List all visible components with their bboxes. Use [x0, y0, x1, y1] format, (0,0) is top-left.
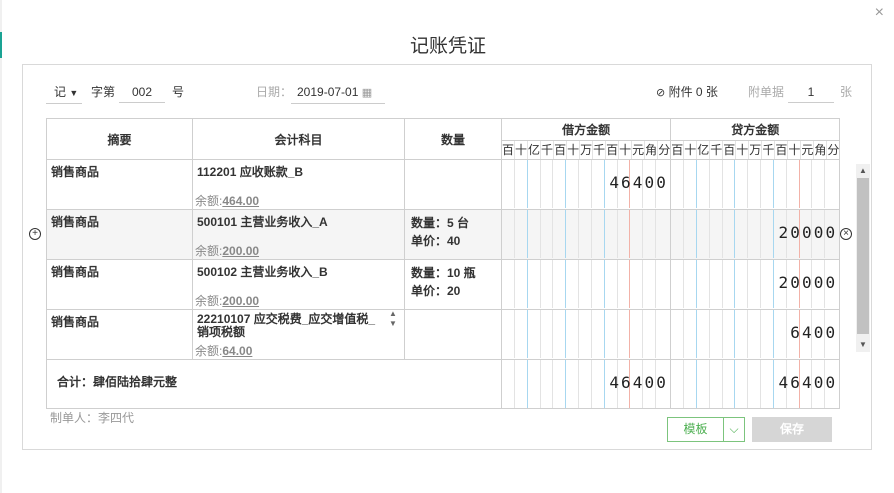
quantity-cell[interactable]: 数量：10 瓶单价：20: [405, 260, 501, 304]
paperclip-icon: ⊘: [656, 87, 666, 99]
balance-text: 余额:64.00: [195, 344, 253, 358]
total-row: 合计：肆佰陆拾肆元整 46400 46400: [46, 359, 841, 409]
number-suffix: 号: [172, 85, 185, 99]
quantity-cell[interactable]: [404, 309, 502, 360]
credit-digit-header: 百十亿千百十万千百十元角分: [671, 141, 840, 159]
balance-text: 余额:464.00: [195, 194, 260, 208]
chevron-down-icon[interactable]: ⌵: [724, 418, 744, 441]
balance-text: 余额:200.00: [195, 294, 260, 308]
credit-cell[interactable]: [671, 160, 837, 208]
total-credit-amount: 46400: [778, 373, 838, 392]
attached-docs-unit: 张: [840, 85, 853, 99]
credit-cell[interactable]: 20000: [671, 260, 837, 308]
account-cell[interactable]: 22210107 应交税费_应交增值税_销项税额: [193, 310, 404, 342]
add-row-icon[interactable]: +: [29, 228, 41, 240]
debit-digit-header: 百十亿千百十万千百十元角分: [502, 141, 671, 159]
save-button[interactable]: 保存: [752, 417, 832, 442]
credit-cell[interactable]: 20000: [671, 210, 837, 258]
total-debit-amount: 46400: [609, 373, 668, 392]
scroll-thumb[interactable]: [857, 178, 869, 334]
credit-amount: 20000: [778, 273, 838, 292]
table-row[interactable]: 销售商品 22210107 应交税费_应交增值税_销项税额 余额:64.00 6…: [46, 309, 841, 360]
date-label: 日期：: [256, 85, 293, 99]
col-debit: 借方金额: [500, 118, 672, 141]
date-value: 2019-07-01: [297, 85, 359, 99]
attachment-link[interactable]: ⊘ 附件 0 张: [656, 82, 718, 106]
chevron-down-icon: ▼: [69, 88, 79, 98]
spin-down-icon[interactable]: ▼: [389, 319, 401, 329]
account-spin-control[interactable]: ▲ ▼: [389, 309, 401, 329]
dialog-title: 记账凭证: [409, 36, 486, 57]
template-button[interactable]: 模板 ⌵: [667, 417, 745, 442]
account-cell[interactable]: 500101 主营业务收入_A: [193, 210, 404, 233]
debit-cell[interactable]: [502, 310, 668, 358]
credit-cell[interactable]: 6400: [671, 310, 837, 358]
credit-amount: 20000: [778, 223, 838, 242]
table-scrollbar[interactable]: ▲ ▼: [856, 164, 870, 352]
close-icon[interactable]: ×: [875, 4, 884, 22]
calendar-icon: ▦: [361, 87, 373, 99]
debit-cell[interactable]: 46400: [502, 160, 668, 208]
delete-row-icon[interactable]: ×: [840, 228, 852, 240]
col-account: 会计科目: [192, 118, 405, 160]
attached-docs-input[interactable]: 1: [788, 82, 834, 103]
voucher-table: 摘要 会计科目 数量 借方金额 贷方金额 百十亿千百十万千百十元角分 百十亿千百…: [46, 118, 841, 409]
scroll-up-icon[interactable]: ▲: [856, 165, 870, 177]
summary-cell[interactable]: 销售商品: [47, 310, 192, 333]
voucher-type-value: 记: [54, 85, 67, 99]
summary-cell[interactable]: 销售商品: [47, 210, 192, 233]
maker-label: 制单人：李四代: [50, 411, 135, 425]
credit-amount: 6400: [790, 323, 838, 342]
date-field[interactable]: 2019-07-01 ▦: [291, 82, 385, 106]
attached-docs-label: 附单据: [748, 85, 785, 99]
template-button-label[interactable]: 模板: [668, 418, 724, 441]
debit-cell[interactable]: [502, 210, 668, 258]
account-cell[interactable]: 112201 应收账款_B: [193, 160, 404, 183]
attachment-label: 附件 0 张: [668, 85, 718, 99]
total-debit-cell: 46400: [502, 360, 668, 408]
table-row[interactable]: 销售商品 500101 主营业务收入_A 余额:200.00 数量：5 台单价：…: [46, 209, 841, 260]
total-credit-cell: 46400: [671, 360, 837, 408]
col-summary: 摘要: [46, 118, 193, 160]
summary-cell[interactable]: 销售商品: [47, 160, 192, 183]
word-label: 字第: [91, 85, 116, 99]
scroll-down-icon[interactable]: ▼: [856, 339, 870, 351]
table-row[interactable]: 销售商品 112201 应收账款_B 余额:464.00 46400: [46, 159, 841, 210]
table-row[interactable]: 销售商品 500102 主营业务收入_B 余额:200.00 数量：10 瓶单价…: [46, 259, 841, 310]
voucher-number-input[interactable]: 002: [119, 82, 165, 103]
quantity-cell[interactable]: 数量：5 台单价：40: [405, 210, 501, 254]
voucher-type-select[interactable]: 记 ▼: [46, 82, 82, 106]
summary-cell[interactable]: 销售商品: [47, 260, 192, 283]
col-quantity: 数量: [404, 118, 502, 160]
spin-up-icon[interactable]: ▲: [389, 309, 401, 319]
quantity-cell[interactable]: [404, 159, 502, 210]
balance-text: 余额:200.00: [195, 244, 260, 258]
debit-amount: 46400: [609, 173, 668, 192]
col-credit: 贷方金额: [670, 118, 841, 141]
debit-cell[interactable]: [502, 260, 668, 308]
total-label: 合计：肆佰陆拾肆元整: [57, 375, 178, 389]
account-cell[interactable]: 500102 主营业务收入_B: [193, 260, 404, 283]
